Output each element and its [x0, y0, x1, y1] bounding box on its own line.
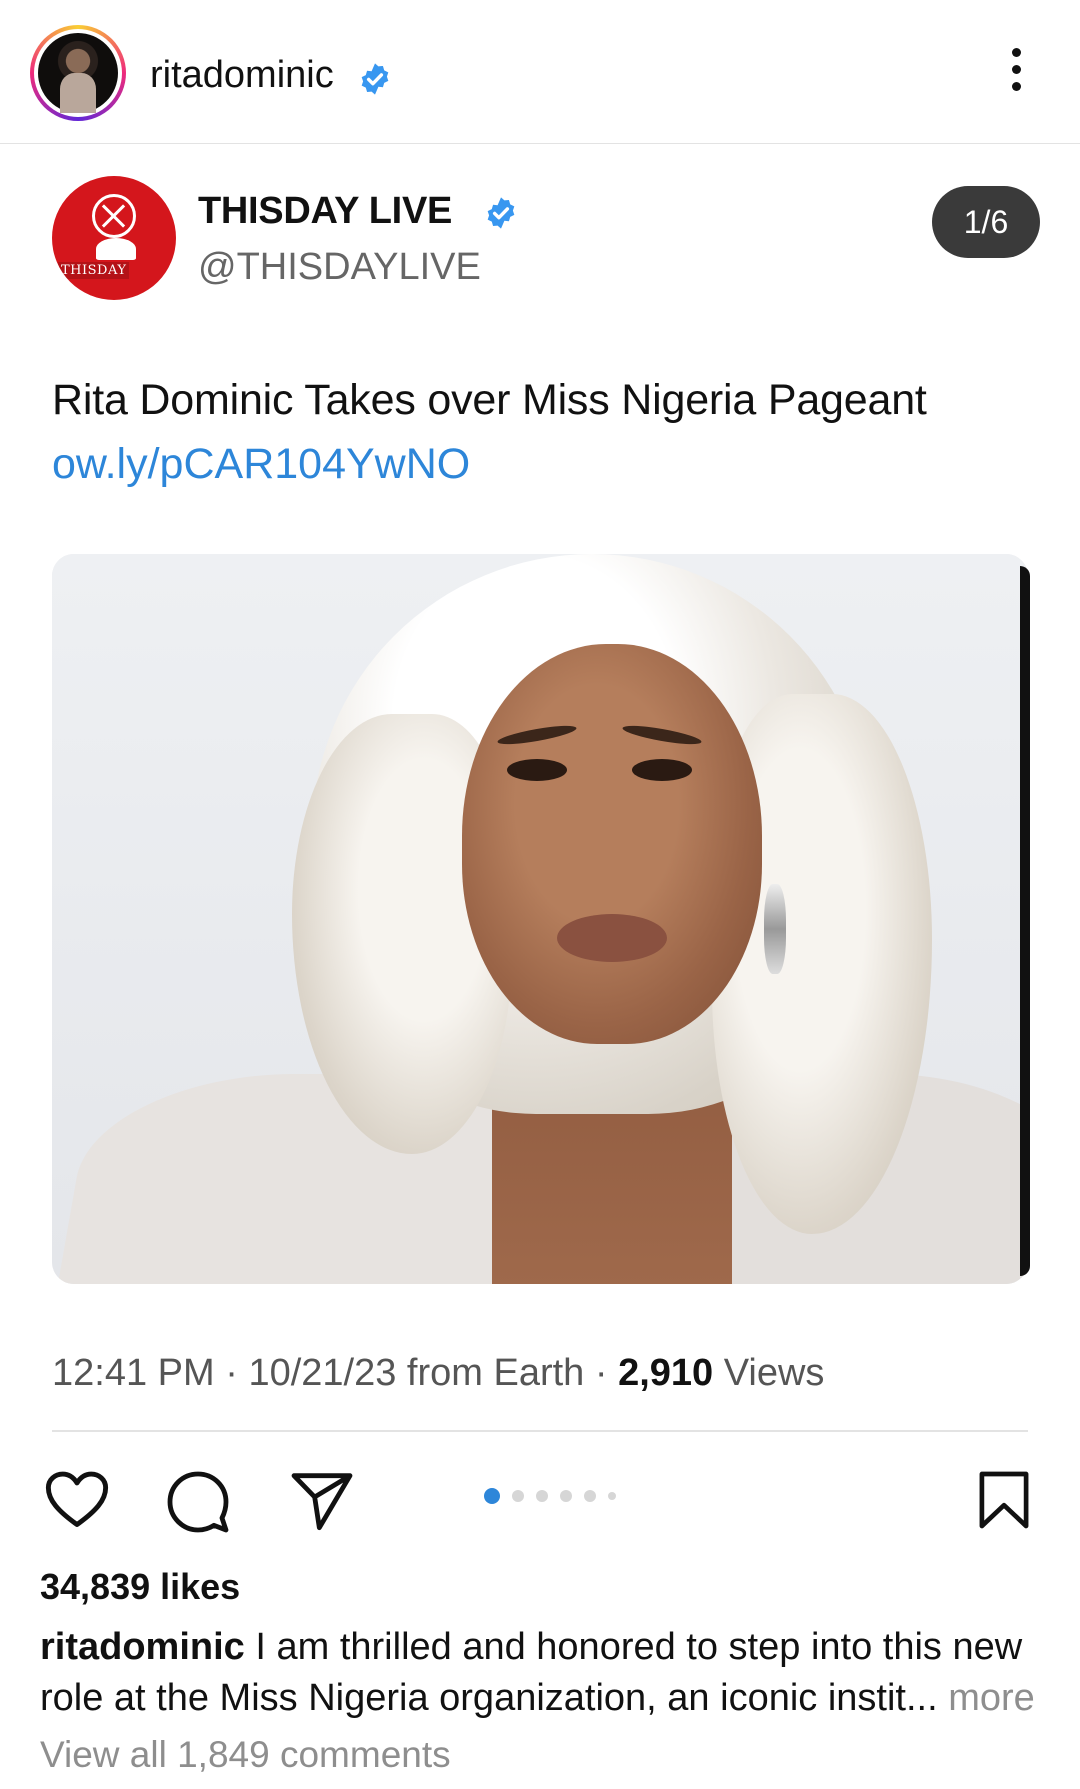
tweet-views-count: 2,910 [618, 1352, 714, 1394]
carousel-dot [484, 1488, 500, 1504]
thisday-emblem-icon [92, 194, 136, 238]
carousel-dot [608, 1492, 616, 1500]
tweet-display-name: THISDAY LIVE [198, 190, 453, 232]
post-header: ritadominic [0, 0, 1080, 144]
slide-counter-badge: 1/6 [932, 186, 1040, 258]
view-comments-link[interactable]: View all 1,849 comments [40, 1734, 451, 1776]
photo-eye-left [507, 759, 567, 781]
carousel-dot [560, 1490, 572, 1502]
tweet-source: from Earth [406, 1352, 585, 1394]
username[interactable]: ritadominic [150, 54, 334, 97]
verified-badge-icon [361, 63, 389, 95]
heart-icon[interactable] [44, 1470, 110, 1530]
tweet-time: 12:41 PM [52, 1352, 215, 1394]
avatar-image [38, 33, 118, 113]
tweet-meta: 12:41 PM · 10/21/23 from Earth · 2,910 V… [52, 1352, 824, 1395]
tweet-views-label: Views [723, 1352, 825, 1394]
carousel-dot [536, 1490, 548, 1502]
tweet-link[interactable]: ow.ly/pCAR104YwNO [52, 440, 470, 489]
carousel-indicator [484, 1488, 616, 1504]
meta-separator: · [225, 1352, 249, 1394]
avatar-ring-inner [34, 29, 122, 117]
caption-username[interactable]: ritadominic [40, 1626, 245, 1668]
caption-more-link[interactable]: more [938, 1677, 1035, 1719]
tweet-text: Rita Dominic Takes over Miss Nigeria Pag… [52, 376, 927, 424]
tweet-date: 10/21/23 [248, 1352, 397, 1394]
eagle-icon [96, 238, 136, 260]
photo-eye-right [632, 759, 692, 781]
photo-edge-shadow [1020, 566, 1030, 1276]
tweet-handle: @THISDAYLIVE [198, 246, 481, 288]
carousel-dot [584, 1490, 596, 1502]
post-caption: ritadominic I am thrilled and honored to… [40, 1622, 1050, 1724]
likes-count[interactable]: 34,839 likes [40, 1566, 240, 1608]
tweet-divider [52, 1430, 1028, 1432]
meta-separator: · [594, 1352, 619, 1394]
bookmark-icon[interactable] [978, 1470, 1030, 1530]
tweet-photo[interactable] [52, 554, 1028, 1284]
tweet-avatar-thisday-logo: THISDAY [52, 176, 176, 300]
tweet-verified-badge-icon [487, 197, 515, 229]
photo-earring [764, 884, 786, 974]
more-options-icon[interactable] [1002, 48, 1030, 100]
profile-avatar[interactable] [30, 25, 126, 121]
photo-face [462, 644, 762, 1044]
photo-lips [557, 914, 667, 962]
comment-icon[interactable] [166, 1470, 230, 1534]
avatar-logo-text: THISDAY [58, 262, 130, 279]
carousel-dot [512, 1490, 524, 1502]
send-icon[interactable] [290, 1470, 354, 1532]
